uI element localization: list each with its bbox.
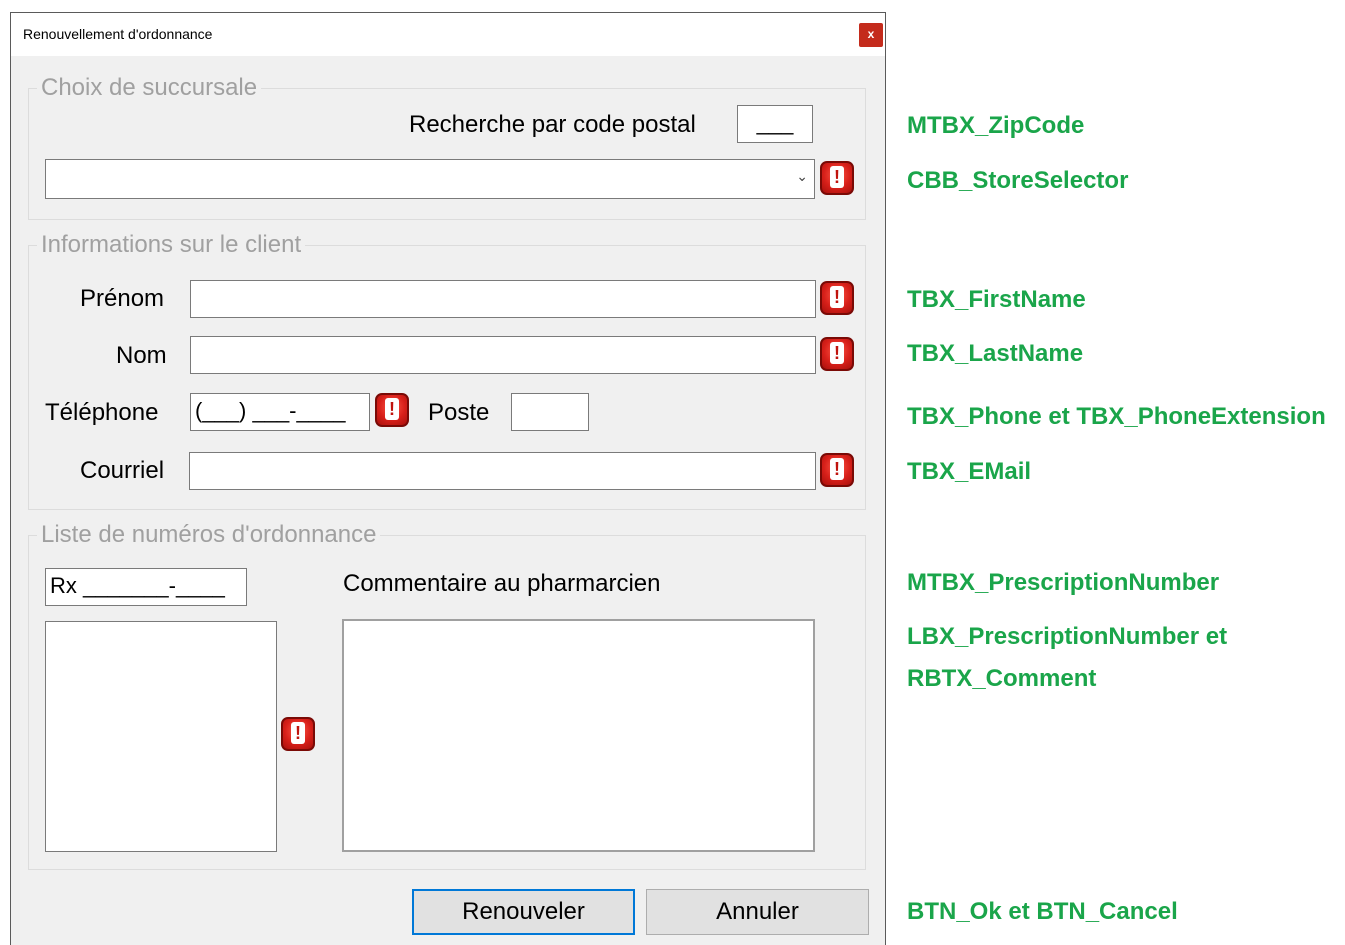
annotation-list-line-1: LBX_PrescriptionNumber et (907, 623, 1228, 650)
email-label: Courriel (80, 457, 165, 484)
first-name-input[interactable] (190, 280, 816, 318)
phone-extension-label: Poste (428, 399, 490, 426)
annotation-list-line-2: RBTX_Comment (907, 665, 1097, 692)
comment-label: Commentaire au pharmarcien (343, 570, 661, 597)
annotation-last-name: TBX_LastName (907, 340, 1084, 367)
error-exclamation-icon: ! (820, 453, 854, 487)
annotation-store-selector: CBB_StoreSelector (907, 167, 1129, 194)
annotation-prescription-number: MTBX_PrescriptionNumber (907, 569, 1220, 596)
renew-button[interactable]: Renouveler (412, 889, 635, 935)
error-exclamation-icon: ! (281, 717, 315, 751)
error-exclamation-icon: ! (820, 161, 854, 195)
phone-input[interactable]: (___) ___-____ (190, 393, 370, 431)
annotation-email: TBX_EMail (907, 458, 1032, 485)
cancel-button[interactable]: Annuler (646, 889, 869, 935)
chevron-down-icon[interactable]: ⌄ (796, 168, 808, 185)
phone-extension-input[interactable] (511, 393, 589, 431)
zip-code-input[interactable]: ___ (737, 105, 813, 143)
prescription-renewal-window: Renouvellement d'ordonnance x Choix de s… (10, 12, 886, 945)
annotation-phone: TBX_Phone et TBX_PhoneExtension (907, 403, 1326, 430)
prescription-number-input[interactable]: Rx _______-____ (45, 568, 247, 606)
store-group-legend: Choix de succursale (41, 74, 258, 101)
email-input[interactable] (189, 452, 816, 490)
error-exclamation-icon: ! (820, 281, 854, 315)
last-name-input[interactable] (190, 336, 816, 374)
annotation-first-name: TBX_FirstName (907, 286, 1086, 313)
close-icon: x (867, 27, 875, 41)
client-group-legend: Informations sur le client (41, 231, 302, 258)
prescription-number-listbox[interactable] (45, 621, 277, 852)
store-selector-combobox[interactable]: ⌄ (45, 159, 815, 199)
window-title: Renouvellement d'ordonnance (23, 26, 213, 42)
annotation-buttons: BTN_Ok et BTN_Cancel (907, 898, 1178, 925)
error-exclamation-icon: ! (375, 393, 409, 427)
last-name-label: Nom (116, 342, 167, 369)
pharmacist-comment-textbox[interactable] (342, 619, 815, 852)
zip-code-label: Recherche par code postal (409, 111, 696, 138)
first-name-label: Prénom (80, 285, 165, 312)
annotation-zip-code: MTBX_ZipCode (907, 112, 1085, 139)
close-button[interactable]: x (859, 23, 883, 47)
phone-label: Téléphone (45, 399, 159, 426)
title-bar: Renouvellement d'ordonnance x (11, 13, 885, 56)
prescription-group-legend: Liste de numéros d'ordonnance (41, 521, 377, 548)
error-exclamation-icon: ! (820, 337, 854, 371)
